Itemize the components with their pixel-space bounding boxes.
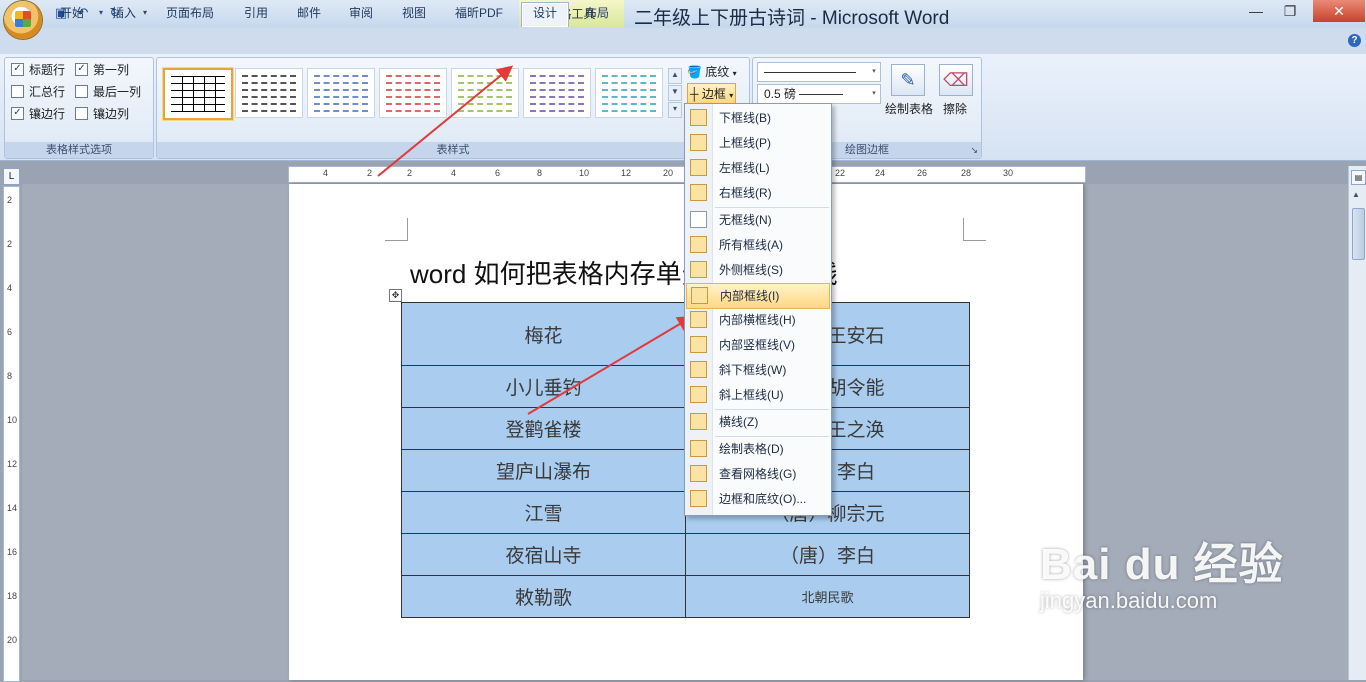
menu-item-label: 内部横框线(H) [719, 313, 796, 327]
outside-borders-icon [690, 261, 707, 278]
menu-item-label: 绘制表格(D) [719, 442, 784, 456]
menu-item[interactable]: 绘制表格(D) [686, 437, 830, 461]
menu-item[interactable]: 斜下框线(W) [686, 358, 830, 382]
menu-item-label: 内部框线(I) [720, 289, 780, 303]
menu-item-label: 外侧框线(S) [719, 263, 783, 277]
bottom-border-icon [690, 109, 707, 126]
office-button[interactable] [4, 1, 42, 39]
menu-item[interactable]: 内部框线(I) [686, 283, 830, 309]
left-border-icon [690, 159, 707, 176]
menu-item[interactable]: 右框线(R) [686, 181, 830, 205]
arrow-to-style-gallery [377, 65, 514, 177]
draw-table-icon [690, 440, 707, 457]
menu-item-label: 斜下框线(W) [719, 363, 787, 377]
all-borders-icon [690, 236, 707, 253]
menu-item-label: 斜上框线(U) [719, 388, 784, 402]
top-border-icon [690, 134, 707, 151]
inside-borders-icon [691, 287, 708, 304]
menu-item-label: 所有框线(A) [719, 238, 783, 252]
diagonal-down-border-icon [690, 361, 707, 378]
menu-item[interactable]: 横线(Z) [686, 410, 830, 434]
baidu-watermark: Bai du 经验 jingyan.baidu.com [1040, 528, 1284, 614]
menu-item[interactable]: 左框线(L) [686, 156, 830, 180]
menu-item-label: 边框和底纹(O)... [719, 492, 807, 506]
menu-item-label: 右框线(R) [719, 186, 772, 200]
view-gridlines-icon [690, 465, 707, 482]
arrow-to-menu-item [527, 315, 694, 415]
menu-item-label: 下框线(B) [719, 111, 771, 125]
horizontal-line-icon [690, 413, 707, 430]
menu-item-label: 横线(Z) [719, 415, 759, 429]
menu-item-label: 无框线(N) [719, 213, 772, 227]
menu-item[interactable]: 内部横框线(H) [686, 308, 830, 332]
borders-shading-icon [690, 490, 707, 507]
menu-item[interactable]: 外侧框线(S) [686, 258, 830, 282]
menu-item[interactable]: 下框线(B) [686, 106, 830, 130]
menu-item[interactable]: 上框线(P) [686, 131, 830, 155]
menu-item[interactable]: 边框和底纹(O)... [686, 487, 830, 511]
inside-vertical-border-icon [690, 336, 707, 353]
right-border-icon [690, 184, 707, 201]
diagonal-up-border-icon [690, 386, 707, 403]
menu-item[interactable]: 查看网格线(G) [686, 462, 830, 486]
menu-item[interactable]: 斜上框线(U) [686, 383, 830, 407]
office-logo-icon [15, 11, 31, 27]
inside-horizontal-border-icon [690, 311, 707, 328]
menu-item-label: 查看网格线(G) [719, 467, 797, 481]
menu-item-label: 左框线(L) [719, 161, 770, 175]
borders-dropdown-menu: 下框线(B) 上框线(P) 左框线(L) 右框线(R) 无框线(N) 所有框线(A) 外侧框… [684, 103, 832, 516]
menu-item-label: 内部竖框线(V) [719, 338, 795, 352]
menu-item-label: 上框线(P) [719, 136, 771, 150]
menu-item[interactable]: 所有框线(A) [686, 233, 830, 257]
no-border-icon [690, 211, 707, 228]
watermark-brand: Bai du 经验 [1040, 540, 1284, 589]
menu-item[interactable]: 内部竖框线(V) [686, 333, 830, 357]
menu-item[interactable]: 无框线(N) [686, 208, 830, 232]
